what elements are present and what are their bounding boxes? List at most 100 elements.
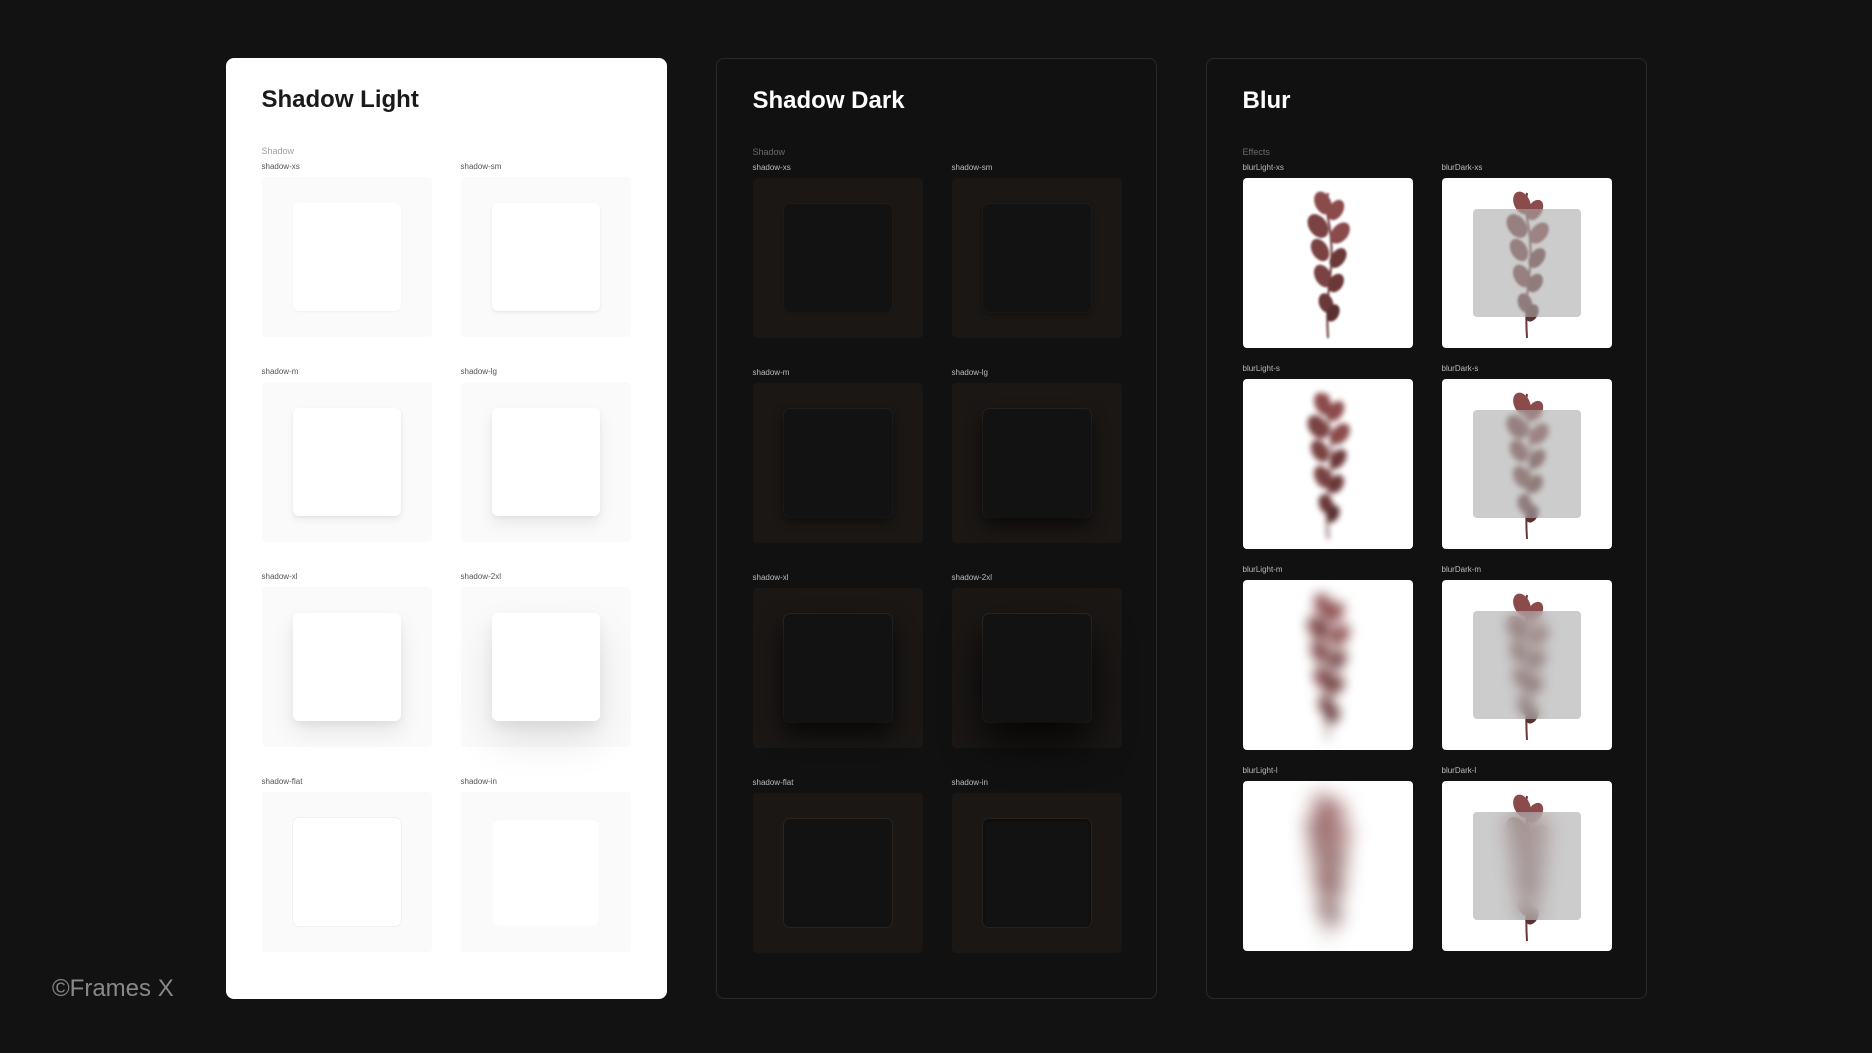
- subheading: Shadow: [226, 146, 667, 156]
- sample-box: [952, 793, 1122, 953]
- sample-label: shadow-sm: [952, 163, 1122, 172]
- sample-shadow-flat: shadow-flat: [753, 778, 923, 953]
- plant-icon: [1288, 188, 1368, 338]
- sample-box: [952, 588, 1122, 748]
- shadow-swatch: [293, 203, 401, 311]
- sample-blur-light-s: blurLight-s: [1243, 364, 1413, 549]
- sample-shadow-2xl: shadow-2xl: [461, 572, 631, 747]
- blur-sample-box: [1243, 580, 1413, 750]
- sample-label: shadow-m: [262, 367, 432, 376]
- sample-box: [262, 382, 432, 542]
- sample-label: shadow-xs: [262, 162, 432, 171]
- blur-overlay: [1473, 611, 1581, 719]
- panel-title: Blur: [1207, 87, 1646, 115]
- sample-shadow-lg: shadow-lg: [952, 368, 1122, 543]
- shadow-swatch: [784, 819, 892, 927]
- sample-shadow-m: shadow-m: [753, 368, 923, 543]
- sample-blur-dark-s: blurDark-s: [1442, 364, 1612, 549]
- shadow-swatch: [293, 818, 401, 926]
- sample-box: [952, 383, 1122, 543]
- blur-sample-box: [1243, 379, 1413, 549]
- shadow-swatch: [983, 409, 1091, 517]
- sample-box: [753, 588, 923, 748]
- plant-icon: [1288, 590, 1368, 740]
- blur-sample-box: [1442, 379, 1612, 549]
- sample-shadow-2xl: shadow-2xl: [952, 573, 1122, 748]
- panel-title: Shadow Light: [226, 86, 667, 114]
- sample-label: shadow-2xl: [952, 573, 1122, 582]
- sample-label: shadow-lg: [461, 367, 631, 376]
- sample-label: blurDark-m: [1442, 565, 1612, 574]
- plant-icon: [1288, 791, 1368, 941]
- blur-overlay: [1473, 209, 1581, 317]
- shadow-dark-grid: shadow-xs shadow-sm shadow-m shadow-lg s…: [717, 163, 1156, 953]
- sample-label: shadow-xs: [753, 163, 923, 172]
- sample-box: [461, 382, 631, 542]
- shadow-swatch: [492, 818, 600, 926]
- shadow-swatch: [293, 408, 401, 516]
- sample-box: [461, 587, 631, 747]
- blur-sample-box: [1442, 178, 1612, 348]
- blur-overlay: [1473, 812, 1581, 920]
- sample-shadow-xs: shadow-xs: [262, 162, 432, 337]
- subheading: Shadow: [717, 147, 1156, 157]
- sample-label: shadow-2xl: [461, 572, 631, 581]
- sample-shadow-xs: shadow-xs: [753, 163, 923, 338]
- sample-blur-light-m: blurLight-m: [1243, 565, 1413, 750]
- panels-container: Shadow Light Shadow shadow-xs shadow-sm …: [0, 0, 1872, 999]
- sample-label: blurDark-l: [1442, 766, 1612, 775]
- sample-box: [952, 178, 1122, 338]
- watermark: ©Frames X: [52, 975, 174, 1003]
- sample-box: [262, 587, 432, 747]
- sample-box: [753, 178, 923, 338]
- sample-blur-light-l: blurLight-l: [1243, 766, 1413, 951]
- sample-box: [262, 177, 432, 337]
- shadow-light-grid: shadow-xs shadow-sm shadow-m shadow-lg s…: [226, 162, 667, 952]
- shadow-swatch: [784, 204, 892, 312]
- sample-label: blurLight-s: [1243, 364, 1413, 373]
- sample-box: [753, 383, 923, 543]
- subheading: Effects: [1207, 147, 1646, 157]
- sample-shadow-xl: shadow-xl: [262, 572, 432, 747]
- blur-overlay: [1473, 410, 1581, 518]
- shadow-swatch: [983, 614, 1091, 722]
- sample-label: shadow-m: [753, 368, 923, 377]
- sample-shadow-lg: shadow-lg: [461, 367, 631, 542]
- blur-sample-box: [1243, 178, 1413, 348]
- sample-shadow-xl: shadow-xl: [753, 573, 923, 748]
- sample-label: blurDark-xs: [1442, 163, 1612, 172]
- sample-shadow-in: shadow-in: [461, 777, 631, 952]
- shadow-swatch: [492, 203, 600, 311]
- panel-shadow-dark: Shadow Dark Shadow shadow-xs shadow-sm s…: [716, 58, 1157, 999]
- sample-box: [461, 792, 631, 952]
- shadow-swatch: [784, 409, 892, 517]
- blur-sample-box: [1243, 781, 1413, 951]
- shadow-swatch: [983, 204, 1091, 312]
- sample-blur-dark-l: blurDark-l: [1442, 766, 1612, 951]
- blur-sample-box: [1442, 781, 1612, 951]
- sample-shadow-flat: shadow-flat: [262, 777, 432, 952]
- sample-label: shadow-flat: [753, 778, 923, 787]
- plant-icon: [1288, 389, 1368, 539]
- sample-label: shadow-sm: [461, 162, 631, 171]
- shadow-swatch: [293, 613, 401, 721]
- sample-label: blurLight-m: [1243, 565, 1413, 574]
- sample-label: shadow-xl: [262, 572, 432, 581]
- sample-label: shadow-lg: [952, 368, 1122, 377]
- sample-shadow-sm: shadow-sm: [461, 162, 631, 337]
- shadow-swatch: [492, 613, 600, 721]
- sample-label: blurLight-l: [1243, 766, 1413, 775]
- sample-shadow-in: shadow-in: [952, 778, 1122, 953]
- panel-shadow-light: Shadow Light Shadow shadow-xs shadow-sm …: [226, 58, 667, 999]
- sample-blur-dark-m: blurDark-m: [1442, 565, 1612, 750]
- sample-label: shadow-in: [461, 777, 631, 786]
- blur-sample-box: [1442, 580, 1612, 750]
- shadow-swatch: [492, 408, 600, 516]
- blur-grid: blurLight-xs blurDark-xs blurLight-s: [1207, 163, 1646, 951]
- sample-label: blurDark-s: [1442, 364, 1612, 373]
- shadow-swatch: [983, 819, 1091, 927]
- panel-blur: Blur Effects blurLight-xs blurDark-xs bl…: [1206, 58, 1647, 999]
- sample-blur-light-xs: blurLight-xs: [1243, 163, 1413, 348]
- sample-label: shadow-flat: [262, 777, 432, 786]
- sample-label: blurLight-xs: [1243, 163, 1413, 172]
